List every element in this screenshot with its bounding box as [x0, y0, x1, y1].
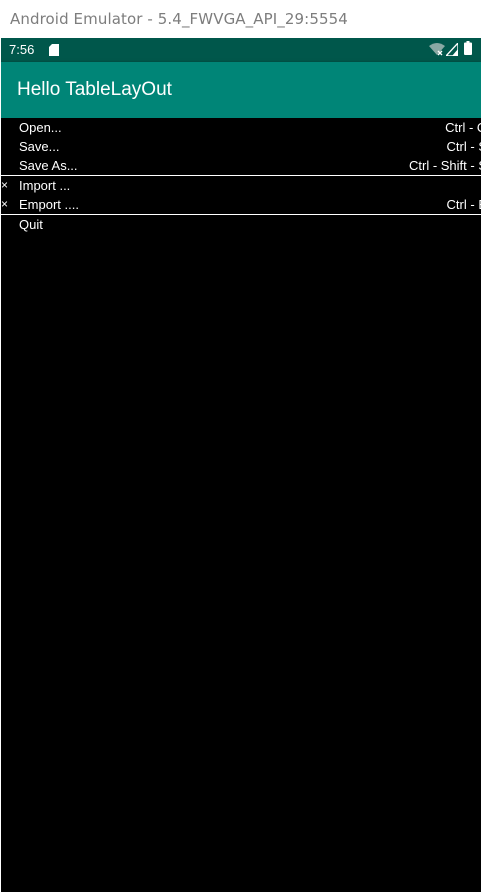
- row-label: Save As...: [19, 158, 78, 173]
- row-shortcut: Ctrl - E: [446, 197, 481, 212]
- app-title: Hello TableLayOut: [17, 79, 172, 100]
- table-row-save-as[interactable]: Save As... Ctrl - Shift - S: [1, 156, 481, 175]
- table-row-open[interactable]: Open... Ctrl - O: [1, 118, 481, 137]
- table-row-quit[interactable]: Quit: [1, 215, 481, 234]
- row-mark: ×: [1, 178, 9, 192]
- app-bar: Hello TableLayOut: [1, 62, 481, 118]
- row-label: Save...: [19, 139, 60, 154]
- wifi-icon: [429, 43, 445, 56]
- window-title-bar: Android Emulator - 5.4_FWVGA_API_29:5554: [0, 0, 482, 38]
- battery-icon: [464, 41, 472, 55]
- signal-icon: [446, 43, 458, 56]
- status-time: 7:56: [9, 42, 35, 57]
- row-label: Emport ....: [19, 197, 79, 212]
- row-shortcut: Ctrl - S: [446, 139, 481, 154]
- row-shortcut: Ctrl - O: [445, 120, 481, 135]
- status-bar: 7:56: [1, 38, 481, 62]
- row-label: Import ...: [19, 178, 71, 193]
- window-title: Android Emulator - 5.4_FWVGA_API_29:5554: [10, 10, 348, 28]
- phone-screen: 7:56 Hello TableLayOut Open... Ctrl - Sa…: [1, 38, 481, 892]
- table-row-save[interactable]: Save... Ctrl - S: [1, 137, 481, 156]
- row-label: Open...: [19, 120, 62, 135]
- row-mark: ×: [1, 197, 9, 211]
- row-shortcut: Ctrl - Shift - S: [408, 158, 481, 173]
- sd-card-icon: [49, 44, 59, 56]
- row-label: Quit: [19, 217, 43, 232]
- table-row-import[interactable]: × Import ...: [1, 176, 481, 195]
- emulator-window: Android Emulator - 5.4_FWVGA_API_29:5554…: [0, 0, 482, 893]
- table-row-emport[interactable]: × Emport .... Ctrl - E: [1, 195, 481, 214]
